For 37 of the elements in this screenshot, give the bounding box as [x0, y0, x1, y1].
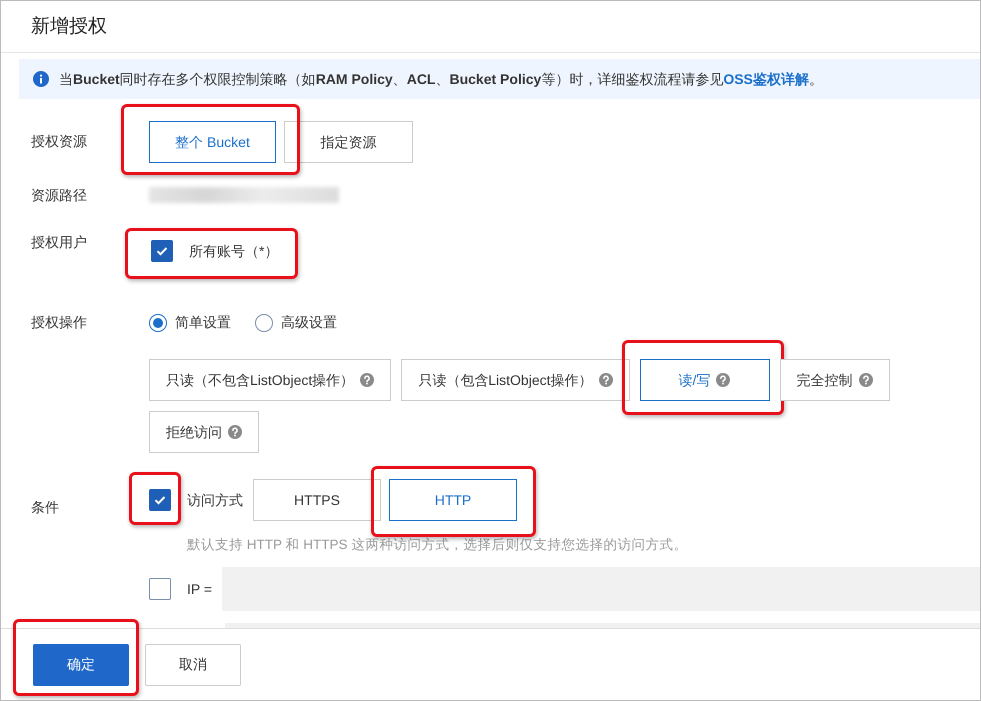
protocol-option[interactable]: HTTP — [389, 479, 517, 521]
option-button[interactable]: 指定资源 — [284, 121, 413, 163]
permission-option[interactable]: 只读（包含ListObject操作） — [401, 359, 630, 401]
permission-option[interactable]: 只读（不包含ListObject操作） — [149, 359, 392, 401]
field-label: 条件 — [31, 498, 60, 517]
cancel-button[interactable]: 取消 — [145, 644, 241, 686]
notice-text: 当Bucket同时存在多个权限控制策略（如RAM Policy、ACL、Bucket Policy等）时，详细鉴权流程请参见OSS鉴权详解。 — [59, 70, 823, 89]
field-label: 授权用户 — [31, 233, 88, 252]
protocol-option[interactable]: HTTPS — [253, 479, 381, 521]
option-button[interactable]: 整个 Bucket — [149, 121, 276, 163]
checkbox[interactable] — [149, 489, 171, 511]
checkbox-label: 所有账号（*） — [189, 242, 278, 260]
ip-field[interactable] — [222, 567, 980, 612]
help-icon[interactable] — [598, 373, 612, 387]
help-icon[interactable] — [716, 373, 730, 387]
permission-option[interactable]: 拒绝访问 — [149, 411, 259, 453]
method-label: 访问方式 — [187, 490, 243, 510]
radio-label: 高级设置 — [281, 313, 337, 332]
field-label: 资源路径 — [31, 186, 88, 205]
info-icon — [33, 71, 49, 87]
field-label: 授权操作 — [31, 313, 88, 332]
field-label: 授权资源 — [31, 132, 88, 151]
dialog-title: 新增授权 — [1, 1, 980, 53]
permission-option[interactable]: 完全控制 — [780, 359, 890, 401]
confirm-button[interactable]: 确定 — [33, 644, 129, 686]
permission-option[interactable]: 读/写 — [640, 359, 770, 401]
radio-button[interactable] — [255, 314, 273, 332]
help-icon[interactable] — [228, 425, 242, 439]
hint-text: 默认支持 HTTP 和 HTTPS 这两种访问方式，选择后则仅支持您选择的访问方式。 — [187, 536, 688, 554]
radio-button[interactable] — [149, 314, 167, 332]
radio-label: 简单设置 — [175, 313, 231, 332]
checkbox[interactable] — [151, 240, 173, 262]
ip-label: IP = — [187, 580, 212, 599]
help-icon[interactable] — [858, 373, 872, 387]
checkbox[interactable] — [149, 578, 171, 600]
help-link[interactable]: OSS鉴权详解 — [723, 70, 809, 86]
help-icon[interactable] — [360, 373, 374, 387]
